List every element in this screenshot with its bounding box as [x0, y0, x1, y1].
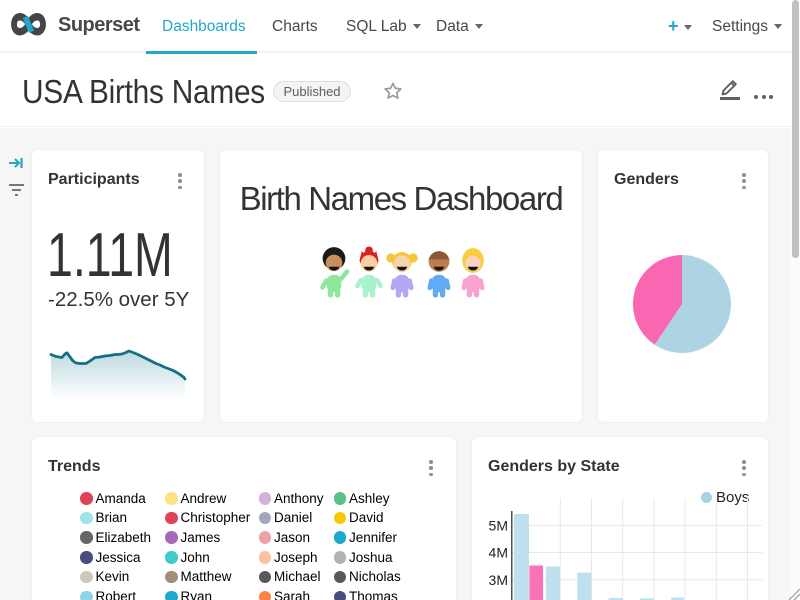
svg-text:5M: 5M	[489, 517, 508, 533]
svg-text:4M: 4M	[489, 545, 508, 561]
svg-text:3M: 3M	[489, 572, 508, 588]
